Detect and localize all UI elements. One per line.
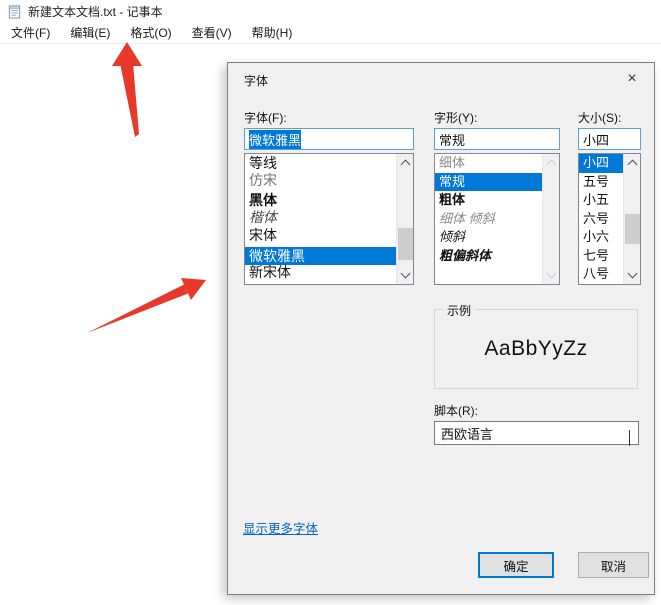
size-list-item[interactable]: 七号 xyxy=(579,247,623,266)
font-list-item[interactable]: 宋体 xyxy=(245,228,396,247)
size-list-item[interactable]: 八号 xyxy=(579,265,623,284)
scroll-thumb[interactable] xyxy=(398,228,413,260)
script-value: 西欧语言 xyxy=(441,426,494,442)
style-list-item[interactable]: 细体 xyxy=(435,154,542,173)
style-list-item[interactable]: 常规 xyxy=(435,172,542,191)
font-style-input[interactable]: 常规 xyxy=(434,128,560,150)
menu-item[interactable]: 帮助(H) xyxy=(244,21,301,44)
scroll-down-icon xyxy=(400,268,411,279)
style-label: 字形(Y): xyxy=(434,111,478,125)
font-list-item[interactable]: 微软雅黑 xyxy=(245,246,396,265)
font-style-value: 常规 xyxy=(439,132,466,148)
script-label: 脚本(R): xyxy=(434,404,478,418)
style-list-item[interactable]: 粗偏斜体 xyxy=(435,247,542,266)
font-size-value: 小四 xyxy=(583,132,610,148)
red-arrow-format-menu xyxy=(112,42,142,137)
show-more-fonts-link[interactable]: 显示更多字体 xyxy=(243,518,318,537)
font-list-scrollbar[interactable] xyxy=(396,154,413,284)
font-list-item[interactable]: 黑体 xyxy=(245,191,396,210)
close-button[interactable]: × xyxy=(616,67,648,91)
chevron-down-icon xyxy=(629,430,630,446)
style-listbox: 细体 常规 粗体 细体 倾斜 倾斜 粗偏斜体 xyxy=(434,153,560,285)
font-label: 字体(F): xyxy=(244,111,287,125)
window-title: 新建文本文档.txt - 记事本 xyxy=(28,4,163,19)
sample-groupbox: 示例 AaBbYyZz xyxy=(434,302,638,389)
sample-text: AaBbYyZz xyxy=(484,337,588,360)
size-listbox: 小四 五号 小五 六号 小六 七号 八号 xyxy=(578,153,641,285)
scroll-up-button[interactable] xyxy=(543,154,560,171)
size-list-item[interactable]: 小六 xyxy=(579,228,623,247)
font-list-item[interactable]: 等线 xyxy=(245,154,396,173)
script-dropdown[interactable]: 西欧语言 xyxy=(434,421,639,446)
menu-item[interactable]: 文件(F) xyxy=(3,21,58,44)
scroll-up-button[interactable] xyxy=(397,154,414,171)
close-icon: × xyxy=(627,70,637,87)
font-name-input[interactable]: 微软雅黑 xyxy=(244,128,414,150)
window-titlebar: 新建文本文档.txt - 记事本 xyxy=(0,0,661,22)
scroll-down-button[interactable] xyxy=(397,267,414,284)
scroll-up-icon xyxy=(627,159,638,170)
font-listbox: 等线 仿宋 黑体 楷体 宋体 微软雅黑 新宋体 xyxy=(244,153,414,285)
scroll-thumb[interactable] xyxy=(625,214,640,244)
scroll-down-icon xyxy=(546,268,557,279)
font-name-value: 微软雅黑 xyxy=(249,129,302,149)
font-list-item[interactable]: 仿宋 xyxy=(245,173,396,192)
font-list-item[interactable]: 新宋体 xyxy=(245,265,396,284)
scroll-down-button[interactable] xyxy=(543,267,560,284)
menu-item[interactable]: 格式(O) xyxy=(122,21,179,44)
scroll-down-button[interactable] xyxy=(624,267,641,284)
scroll-down-icon xyxy=(627,268,638,279)
size-list-item[interactable]: 五号 xyxy=(579,173,623,192)
scroll-up-icon xyxy=(400,159,411,170)
size-list-item[interactable]: 六号 xyxy=(579,210,623,229)
size-list-item[interactable]: 小四 xyxy=(579,154,623,173)
menu-bar: 文件(F) 编辑(E) 格式(O) 查看(V) 帮助(H) xyxy=(0,22,661,44)
size-label: 大小(S): xyxy=(578,111,622,125)
ok-button[interactable]: 确定 xyxy=(478,552,554,578)
font-list-item[interactable]: 楷体 xyxy=(245,210,396,229)
menu-item[interactable]: 查看(V) xyxy=(184,21,240,44)
menu-item[interactable]: 编辑(E) xyxy=(62,21,118,44)
scroll-up-icon xyxy=(546,159,557,170)
style-list-scrollbar[interactable] xyxy=(542,154,559,284)
size-list-item[interactable]: 小五 xyxy=(579,191,623,210)
font-dialog: 字体 × 字体(F): 字形(Y): 大小(S): 微软雅黑 常规 小四 等线仿… xyxy=(227,62,655,595)
scroll-up-button[interactable] xyxy=(624,154,641,171)
red-arrow-font-list xyxy=(87,278,206,333)
style-list-item[interactable]: 倾斜 xyxy=(435,228,542,247)
cancel-button[interactable]: 取消 xyxy=(578,552,649,578)
notepad-icon xyxy=(8,4,21,19)
size-list-scrollbar[interactable] xyxy=(623,154,640,284)
style-list-item[interactable]: 细体 倾斜 xyxy=(435,210,542,229)
font-size-input[interactable]: 小四 xyxy=(578,128,641,150)
style-list-item[interactable]: 粗体 xyxy=(435,191,542,210)
dialog-title: 字体 xyxy=(244,74,269,88)
